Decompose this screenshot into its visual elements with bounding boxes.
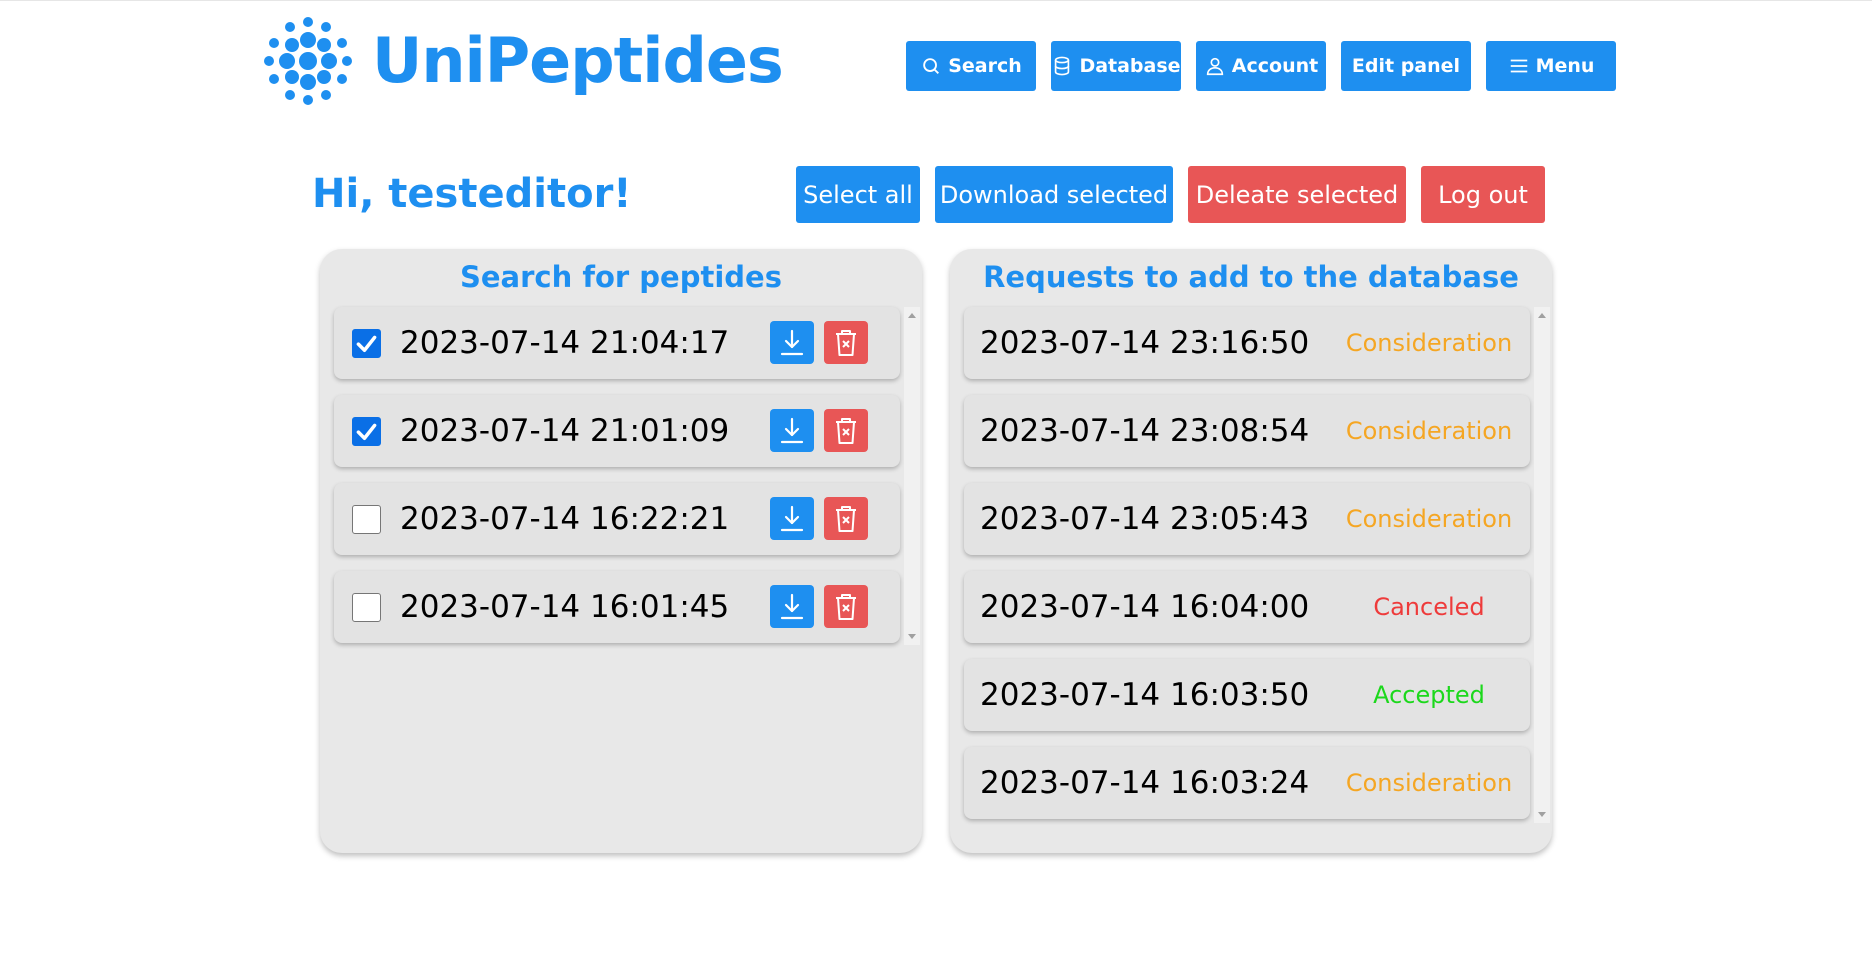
unipeptides-logo: [264, 17, 352, 105]
nav-account-label: Account: [1231, 55, 1319, 77]
search-row-checkbox[interactable]: [352, 329, 381, 358]
nav-edit-panel-button[interactable]: Edit panel: [1341, 41, 1471, 91]
nav-database-button[interactable]: Database: [1051, 41, 1181, 91]
request-row-date: 2023-07-14 16:03:24: [980, 765, 1310, 801]
scroll-up-arrow[interactable]: [1538, 313, 1546, 318]
search-row-checkbox[interactable]: [352, 593, 381, 622]
download-icon: [780, 329, 804, 355]
requests-scrollbar[interactable]: [1534, 307, 1550, 823]
request-row: 2023-07-14 16:03:50 Accepted: [964, 659, 1530, 731]
trash-icon: [836, 593, 856, 620]
request-row-date: 2023-07-14 16:03:50: [980, 677, 1310, 713]
request-status: Consideration: [1345, 417, 1513, 445]
searches-scrollbar[interactable]: [904, 307, 920, 645]
requests-panel-title: Requests to add to the database: [983, 260, 1519, 294]
request-row: 2023-07-14 23:05:43 Consideration: [964, 483, 1530, 555]
search-row: 2023-07-14 16:01:45: [334, 571, 900, 643]
nav-menu-button[interactable]: Menu: [1486, 41, 1616, 91]
delete-row-button[interactable]: [824, 497, 868, 540]
nav-search-button[interactable]: Search: [906, 41, 1036, 91]
greeting-heading: Hi, testeditor!: [312, 171, 632, 217]
brand-title: UniPeptides: [372, 24, 784, 97]
searches-panel: Search for peptides 2023-07-14 21:04:17 …: [320, 249, 922, 853]
search-row: 2023-07-14 16:22:21: [334, 483, 900, 555]
download-icon: [780, 593, 804, 619]
search-row: 2023-07-14 21:01:09: [334, 395, 900, 467]
scroll-down-arrow[interactable]: [908, 634, 916, 639]
search-row-date: 2023-07-14 16:01:45: [400, 589, 730, 625]
request-row: 2023-07-14 23:16:50 Consideration: [964, 307, 1530, 379]
request-row-date: 2023-07-14 23:08:54: [980, 413, 1310, 449]
nav-database-label: Database: [1079, 55, 1181, 77]
request-row: 2023-07-14 23:08:54 Consideration: [964, 395, 1530, 467]
delete-row-button[interactable]: [824, 585, 868, 628]
request-row-date: 2023-07-14 16:04:00: [980, 589, 1310, 625]
download-selected-button[interactable]: Download selected: [935, 166, 1173, 223]
request-row: 2023-07-14 16:04:00 Canceled: [964, 571, 1530, 643]
hamburger-icon: [1510, 59, 1527, 73]
scroll-down-arrow[interactable]: [1538, 812, 1546, 817]
database-icon: [1055, 56, 1070, 76]
search-row-date: 2023-07-14 21:01:09: [400, 413, 730, 449]
trash-icon: [836, 417, 856, 444]
request-status: Consideration: [1345, 505, 1513, 533]
trash-icon: [836, 329, 856, 356]
search-row-date: 2023-07-14 21:04:17: [400, 325, 730, 361]
delete-selected-button[interactable]: Deleate selected: [1188, 166, 1406, 223]
download-row-button[interactable]: [770, 585, 814, 628]
search-row: 2023-07-14 21:04:17: [334, 307, 900, 379]
logout-button[interactable]: Log out: [1421, 166, 1545, 223]
download-icon: [780, 505, 804, 531]
search-icon: [923, 58, 940, 74]
download-row-button[interactable]: [770, 497, 814, 540]
trash-icon: [836, 505, 856, 532]
request-status: Canceled: [1373, 593, 1485, 621]
request-status: Consideration: [1345, 769, 1513, 797]
request-row-date: 2023-07-14 23:16:50: [980, 325, 1310, 361]
searches-panel-title: Search for peptides: [460, 260, 782, 294]
requests-panel: Requests to add to the database 2023-07-…: [950, 249, 1552, 853]
delete-row-button[interactable]: [824, 321, 868, 364]
download-row-button[interactable]: [770, 321, 814, 364]
request-row: 2023-07-14 16:03:24 Consideration: [964, 747, 1530, 819]
request-status: Accepted: [1373, 681, 1485, 709]
nav-account-button[interactable]: Account: [1196, 41, 1326, 91]
scroll-up-arrow[interactable]: [908, 313, 916, 318]
user-icon: [1206, 57, 1223, 76]
download-row-button[interactable]: [770, 409, 814, 452]
nav-edit-panel-label: Edit panel: [1351, 55, 1461, 77]
nav-menu-label: Menu: [1535, 55, 1595, 77]
search-row-checkbox[interactable]: [352, 417, 381, 446]
request-row-date: 2023-07-14 23:05:43: [980, 501, 1310, 537]
select-all-button[interactable]: Select all: [796, 166, 920, 223]
delete-row-button[interactable]: [824, 409, 868, 452]
search-row-checkbox[interactable]: [352, 505, 381, 534]
nav-search-label: Search: [948, 55, 1022, 77]
search-row-date: 2023-07-14 16:22:21: [400, 501, 730, 537]
request-status: Consideration: [1345, 329, 1513, 357]
download-icon: [780, 417, 804, 443]
